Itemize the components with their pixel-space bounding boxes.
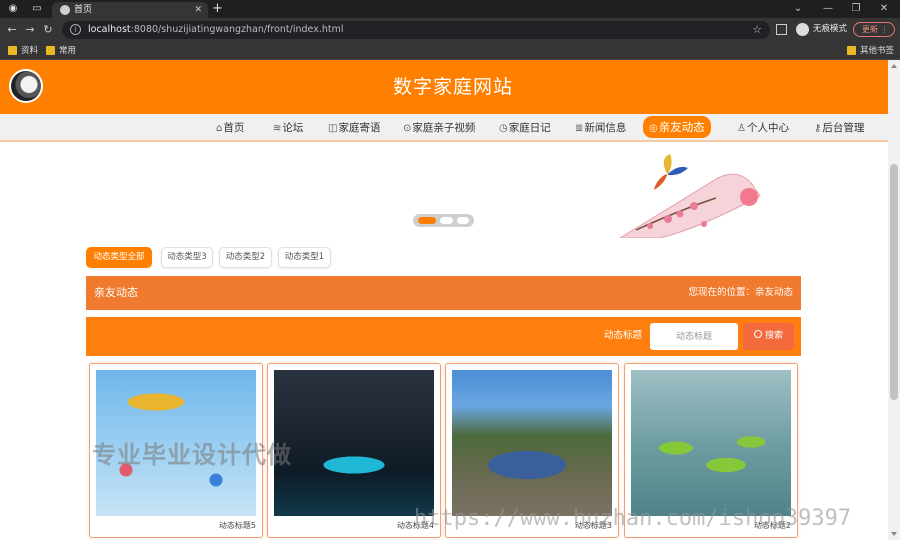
reload-icon[interactable]: ↻ (40, 23, 56, 37)
carousel-dot[interactable] (440, 217, 453, 224)
carousel-indicator (413, 214, 474, 227)
post-image-water-trampolines[interactable] (631, 370, 791, 516)
tab-title: 首页 (74, 5, 93, 15)
nav-item-news[interactable]: ≣新闻信息 (575, 119, 626, 137)
nav-item-label: 个人中心 (746, 122, 789, 134)
new-tab-button[interactable]: + (212, 1, 223, 17)
nav-item-label: 论坛 (282, 122, 304, 134)
url-path: :8080/shuzijiatingwangzhan/front/index.h… (130, 24, 344, 35)
site-title: 数字家庭网站 (392, 76, 513, 98)
address-url[interactable]: localhost:8080/shuzijiatingwangzhan/fron… (88, 23, 344, 37)
news-icon: ≣ (575, 123, 584, 134)
filter-type-2[interactable]: 动态类型2 (219, 247, 272, 268)
message-icon: ◫ (328, 123, 338, 134)
forward-arrow-icon[interactable]: → (22, 23, 38, 37)
search-button[interactable]: 搜索 (743, 323, 794, 350)
address-bar[interactable]: i localhost:8080/shuzijiatingwangzhan/fr… (62, 21, 770, 39)
carousel-dot[interactable] (457, 217, 469, 224)
side-panel-icon[interactable] (776, 24, 787, 35)
filter-type-3[interactable]: 动态类型3 (161, 247, 213, 268)
main-nav: ⌂首页 ≋论坛 ◫家庭寄语 ⊙家庭亲子视频 ◷家庭日记 ≣新闻信息 ◎亲友动态 … (0, 114, 888, 142)
watermark-text: 专业毕业设计代做 (92, 441, 292, 469)
nav-item-label: 家庭寄语 (338, 122, 381, 134)
section-title: 亲友动态 (94, 286, 138, 299)
tab-list-chevron-icon[interactable]: ⌄ (788, 2, 808, 16)
nav-item-home[interactable]: ⌂首页 (216, 119, 244, 137)
target-icon: ◎ (649, 123, 658, 134)
nav-item-label: 亲友动态 (658, 120, 705, 134)
browser-toolbar: ← → ↻ i localhost:8080/shuzijiatingwangz… (0, 18, 900, 42)
nav-item-label: 家庭亲子视频 (412, 122, 476, 134)
browser-menu-icon[interactable]: ◉ (6, 2, 20, 16)
globe-icon (60, 5, 70, 15)
forum-icon: ≋ (273, 123, 282, 134)
nav-item-family-videos[interactable]: ⊙家庭亲子视频 (403, 119, 475, 137)
bookmark-folder-ziliao[interactable]: 资料 (8, 45, 38, 57)
browser-tab-strip: ◉ ▭ 首页 ✕ + ⌄ — ❐ ✕ (0, 0, 900, 18)
breadcrumb: 亲友动态 您现在的位置：亲友动态 (86, 276, 801, 310)
browser-tab-active[interactable]: 首页 ✕ (52, 2, 208, 18)
update-button[interactable]: 更新 ⋮ (853, 22, 895, 37)
site-info-icon[interactable]: i (70, 24, 81, 35)
search-bar: 动态标题 搜索 (86, 317, 801, 356)
post-title[interactable]: 动态标题5 (219, 520, 256, 532)
scroll-down-arrow-icon[interactable] (891, 532, 897, 536)
scrollbar-thumb[interactable] (890, 164, 898, 400)
filter-all-types[interactable]: 动态类型全部 (86, 247, 152, 268)
nav-item-personal-center[interactable]: ♙个人中心 (737, 119, 789, 137)
window-close-icon[interactable]: ✕ (874, 2, 894, 16)
user-icon: ♙ (737, 123, 746, 134)
maximize-icon[interactable]: ❐ (846, 2, 866, 16)
nav-item-label: 新闻信息 (584, 122, 627, 134)
clock-icon: ◷ (499, 123, 508, 134)
nav-item-admin[interactable]: ⚷后台管理 (814, 119, 864, 137)
bookmark-star-icon[interactable]: ☆ (752, 22, 762, 38)
close-tab-icon[interactable]: ✕ (194, 3, 202, 17)
fan-decoration (619, 154, 761, 238)
post-image-interior[interactable] (274, 370, 434, 516)
back-arrow-icon[interactable]: ← (4, 23, 20, 37)
search-label: 动态标题 (604, 330, 643, 341)
scroll-up-arrow-icon[interactable] (891, 64, 897, 68)
filter-type-1[interactable]: 动态类型1 (278, 247, 331, 268)
page-viewport: 数字家庭网站 ⌂首页 ≋论坛 ◫家庭寄语 ⊙家庭亲子视频 ◷家庭日记 ≣新闻信息… (0, 60, 888, 540)
incognito-icon[interactable] (796, 23, 809, 36)
nav-item-label: 家庭日记 (508, 122, 551, 134)
incognito-label: 无痕模式 (813, 24, 848, 34)
search-icon (753, 330, 762, 338)
nav-item-label: 首页 (223, 122, 245, 134)
post-image-park[interactable] (452, 370, 612, 516)
video-icon: ⊙ (403, 123, 412, 134)
site-header: 数字家庭网站 (0, 60, 888, 114)
search-button-label: 搜索 (764, 331, 783, 341)
carousel-banner[interactable] (0, 144, 888, 238)
bookmarks-bar: 资料 常用 其他书签 (0, 42, 900, 60)
minimize-icon[interactable]: — (818, 2, 838, 16)
nav-item-family-diary[interactable]: ◷家庭日记 (499, 119, 551, 137)
watermark-url: https://www.huzhan.com/ishop39397 (414, 506, 852, 531)
nav-item-friend-updates[interactable]: ◎亲友动态 (643, 116, 711, 138)
carousel-dot-active[interactable] (418, 217, 436, 224)
bookmark-folder-changyong[interactable]: 常用 (46, 45, 76, 57)
nav-item-label: 后台管理 (822, 122, 865, 134)
link-icon: ⚷ (814, 123, 822, 134)
home-icon: ⌂ (216, 123, 223, 134)
other-bookmarks-folder[interactable]: 其他书签 (847, 45, 894, 57)
nav-item-family-messages[interactable]: ◫家庭寄语 (328, 119, 380, 137)
update-label: 更新 (862, 25, 878, 34)
url-host: localhost (88, 24, 131, 35)
current-location: 您现在的位置：亲友动态 (688, 287, 793, 298)
search-input[interactable] (650, 323, 738, 350)
page-scrollbar[interactable] (888, 60, 900, 540)
nav-item-forum[interactable]: ≋论坛 (273, 119, 303, 137)
tab-search-icon[interactable]: ▭ (30, 2, 44, 16)
